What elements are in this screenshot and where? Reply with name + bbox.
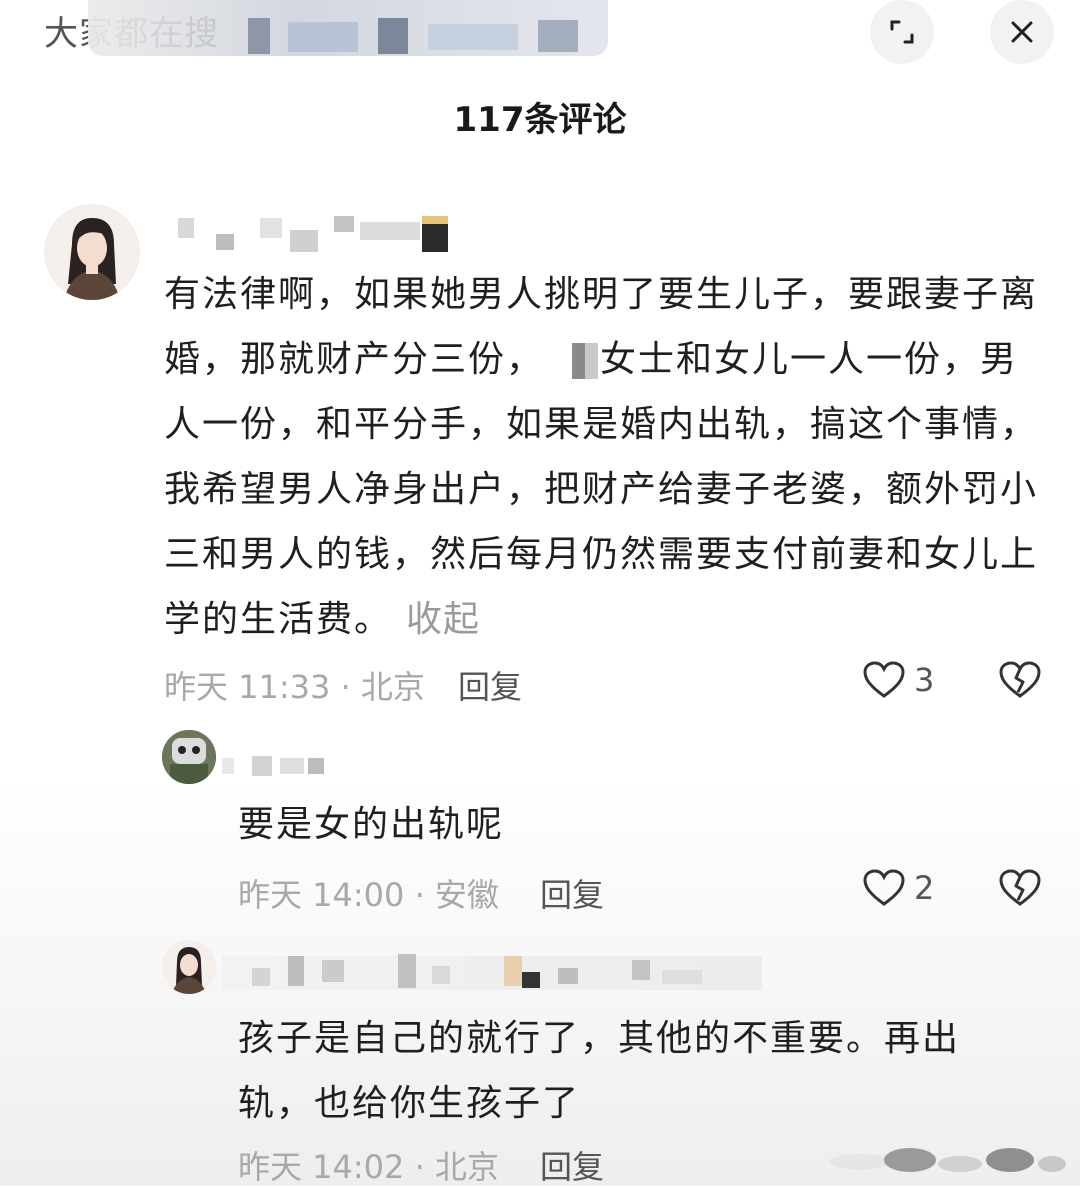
collapse-link[interactable]: 收起 — [406, 599, 480, 640]
avatar[interactable] — [162, 730, 216, 784]
expand-icon — [890, 20, 914, 44]
dislike-button[interactable] — [998, 868, 1042, 912]
dislike-button[interactable] — [998, 660, 1042, 704]
close-button[interactable] — [990, 0, 1054, 64]
like-count: 3 — [914, 661, 935, 699]
username-blurred[interactable] — [222, 946, 782, 996]
reply-button[interactable]: 回复 — [458, 662, 522, 708]
like-count: 2 — [914, 869, 935, 907]
avatar[interactable] — [162, 940, 216, 994]
comment-meta: 昨天 14:02 · 北京 — [238, 1148, 499, 1186]
reply-button[interactable]: 回复 — [540, 1142, 604, 1188]
heart-icon — [863, 869, 905, 906]
broken-heart-icon — [999, 869, 1041, 906]
heart-icon — [863, 661, 905, 698]
comment-text: 孩子是自己的就行了，其他的不重要。再出轨，也给你生孩子了 — [238, 1018, 961, 1124]
username-blurred[interactable] — [222, 752, 332, 780]
mosaic-patch — [572, 343, 599, 379]
avatar-woman-icon — [162, 940, 216, 994]
broken-heart-icon — [999, 661, 1041, 698]
avatar[interactable] — [44, 204, 140, 300]
blurred-search-area — [88, 0, 608, 56]
comment-meta: 昨天 11:33 · 北京 — [164, 668, 425, 706]
top-bar: 大家都在搜 — [0, 0, 1080, 70]
comment-count-title: 117条评论 — [453, 100, 627, 140]
comment-text-part2: 女士和女儿一人一份，男人一份，和平分手，如果是婚内出轨，搞这个事情，我希望男人净… — [164, 339, 1039, 640]
reply-button[interactable]: 回复 — [540, 870, 604, 916]
expand-button[interactable] — [870, 0, 934, 64]
username-blurred[interactable] — [164, 212, 454, 252]
comment-meta: 昨天 14:00 · 安徽 — [238, 876, 499, 914]
comment-text: 有法律啊，如果她男人挑明了要生儿子，要跟妻子离婚，那就财产分三份， 女士和女儿一人… — [164, 262, 1044, 652]
like-button[interactable]: 3 — [862, 660, 934, 700]
avatar-woman-icon — [44, 204, 140, 300]
blurred-action-icons — [820, 1140, 1070, 1184]
like-button[interactable]: 2 — [862, 868, 934, 908]
comment-text: 要是女的出轨呢 — [238, 804, 505, 845]
avatar-cartoon-icon — [162, 730, 216, 784]
close-icon — [1011, 21, 1033, 43]
